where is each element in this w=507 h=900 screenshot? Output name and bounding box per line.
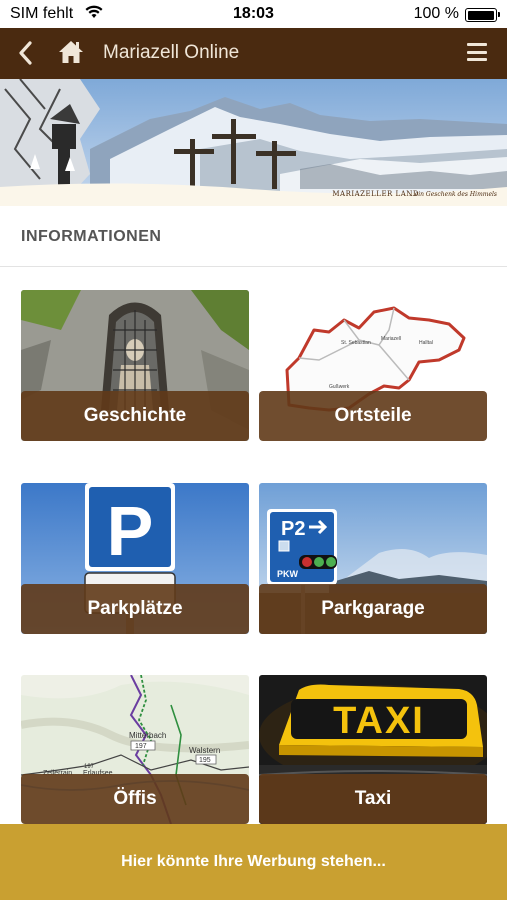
sign-p2: P2 bbox=[281, 518, 305, 540]
tile-label: Parkplätze bbox=[21, 584, 249, 634]
navigation-bar: Mariazell Online bbox=[0, 28, 507, 79]
tile-parkplaetze[interactable]: P Parkplätze bbox=[21, 483, 249, 634]
road-number-197: 197 bbox=[135, 743, 147, 750]
map-label-walstern: Walstern bbox=[189, 746, 220, 755]
map-label-mariazell: Mariazell bbox=[381, 336, 401, 342]
hamburger-menu-icon[interactable] bbox=[467, 43, 487, 61]
banner-brand-text: MARIAZELLER LAND bbox=[332, 190, 419, 198]
tile-geschichte[interactable]: Geschichte bbox=[21, 290, 249, 441]
sign-pkw: PKW bbox=[277, 569, 299, 579]
tile-label: Parkgarage bbox=[259, 584, 487, 634]
battery-percent: 100 % bbox=[413, 5, 459, 22]
map-label-mitterbach: Mitterbach bbox=[129, 731, 166, 740]
back-icon[interactable] bbox=[14, 39, 38, 67]
status-bar: SIM fehlt 18:03 100 % bbox=[0, 0, 507, 28]
map-label-st-sebastian: St. Sebastian bbox=[341, 340, 371, 346]
road-number-195: 195 bbox=[199, 757, 211, 764]
taxi-sign-text: TAXI bbox=[333, 700, 425, 742]
tile-label: Ortsteile bbox=[259, 391, 487, 441]
header-banner-image: MARIAZELLER LAND ...ein Geschenk des Him… bbox=[0, 79, 507, 206]
advertisement-banner[interactable]: Hier könnte Ihre Werbung stehen... bbox=[0, 824, 507, 900]
road-number-197-b: 197 bbox=[84, 764, 95, 770]
svg-text:P: P bbox=[107, 492, 154, 570]
tile-label: Öffis bbox=[21, 774, 249, 824]
battery-icon bbox=[465, 8, 500, 22]
tile-ortsteile[interactable]: St. Sebastian Mariazell Halltal Gußwerk … bbox=[259, 290, 487, 441]
tile-oeffis[interactable]: 197 195 Mitterbach Walstern Erlaufsee Ze… bbox=[21, 675, 249, 824]
home-icon[interactable] bbox=[58, 39, 84, 65]
tile-label: Taxi bbox=[259, 774, 487, 824]
map-label-gusswerk: Gußwerk bbox=[329, 384, 350, 390]
tile-parkgarage[interactable]: P2 PKW Parkgarage bbox=[259, 483, 487, 634]
banner-slogan-text: ...ein Geschenk des Himmels bbox=[408, 191, 497, 198]
map-label-halltal: Halltal bbox=[419, 340, 433, 346]
tile-label: Geschichte bbox=[21, 391, 249, 441]
section-divider bbox=[0, 266, 507, 267]
section-title: INFORMATIONEN bbox=[21, 228, 162, 245]
tile-taxi[interactable]: TAXI Taxi bbox=[259, 675, 487, 824]
app-title: Mariazell Online bbox=[103, 42, 240, 63]
